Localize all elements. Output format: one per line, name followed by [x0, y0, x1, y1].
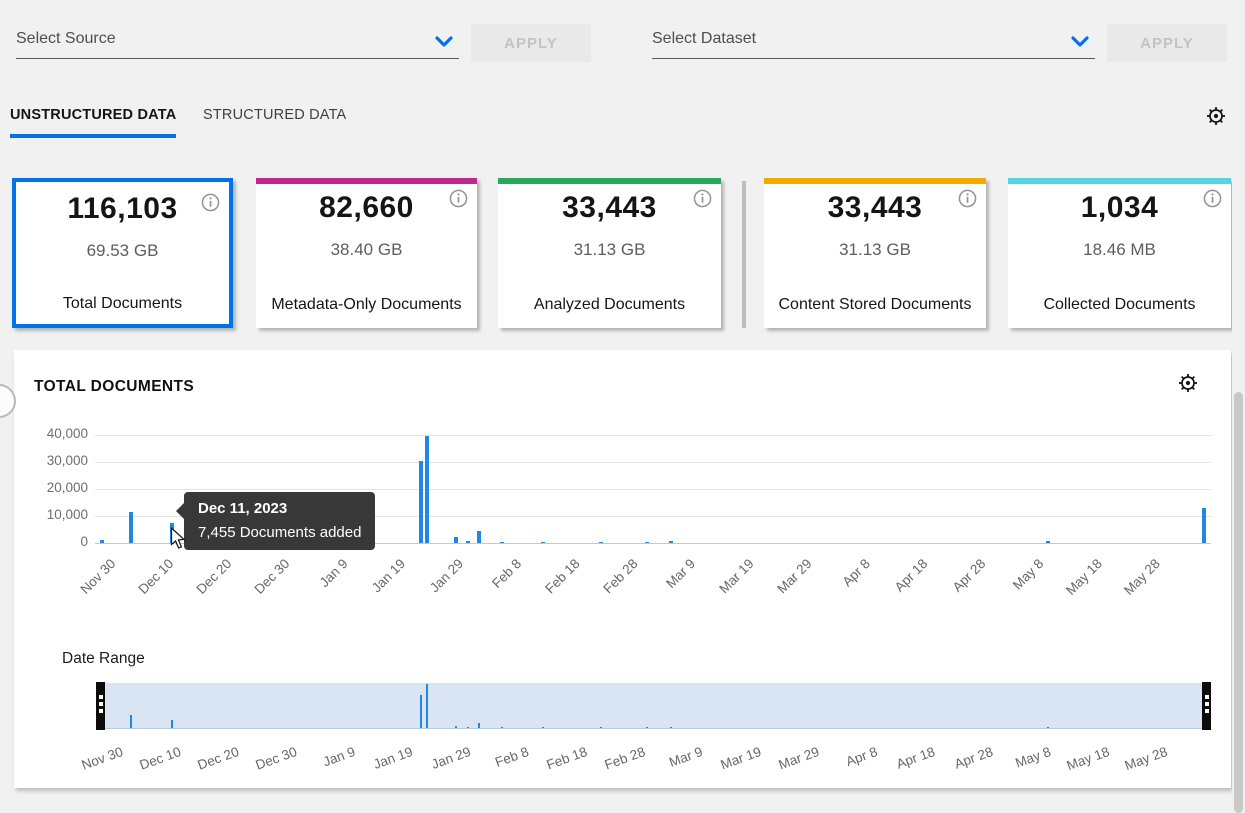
tooltip-value: 7,455 Documents added [198, 524, 361, 541]
gridline-20,000 [95, 489, 1211, 490]
tooltip-date: Dec 11, 2023 [198, 500, 361, 517]
y-axis-tick-label: 30,000 [18, 453, 88, 468]
y-axis-tick-label: 10,000 [18, 507, 88, 522]
range-mini-bar-day93 [646, 727, 648, 728]
chart-bar-day93[interactable] [645, 542, 649, 543]
card-label: Metadata-Only Documents [256, 296, 477, 314]
dashboard-page: Select Source APPLY Select Dataset APPLY… [0, 0, 1245, 813]
card-count: 33,443 [764, 191, 986, 225]
stat-card-2[interactable]: 33,443 31.13 GB Analyzed Documents [498, 178, 721, 328]
chart-settings-gear-icon[interactable] [1177, 372, 1199, 394]
card-label: Collected Documents [1008, 296, 1231, 314]
chart-bar-day162[interactable] [1046, 541, 1050, 543]
chart-bar-day-1[interactable] [100, 540, 104, 543]
cards-divider [742, 181, 746, 328]
card-accent-strip [764, 178, 986, 184]
card-accent-strip [256, 178, 477, 184]
chart-bar-day62[interactable] [466, 541, 470, 543]
card-count: 33,443 [498, 191, 721, 225]
range-mini-bar-day4 [130, 715, 132, 728]
info-icon[interactable] [449, 189, 468, 208]
date-range-right-handle[interactable] [1202, 682, 1211, 730]
range-mini-bar-day75 [542, 727, 544, 728]
stat-card-0[interactable]: 116,103 69.53 GB Total Documents [12, 178, 233, 328]
card-accent-strip [498, 178, 721, 184]
range-mini-bar-day162 [1047, 727, 1049, 728]
stat-card-1[interactable]: 82,660 38.40 GB Metadata-Only Documents [256, 178, 477, 328]
dataset-apply-button[interactable]: APPLY [1107, 24, 1227, 62]
dataset-select[interactable]: Select Dataset [652, 22, 1095, 59]
date-range-selection[interactable] [97, 683, 1211, 729]
range-mini-bar-day60 [455, 726, 457, 728]
chart-bar-day97[interactable] [669, 541, 673, 543]
chart-bar-day60[interactable] [454, 537, 458, 543]
y-axis-tick-label: 0 [18, 534, 88, 549]
range-mini-bar-day55 [426, 684, 428, 728]
gridline-40,000 [95, 435, 1211, 436]
mouse-cursor [170, 527, 186, 550]
info-icon[interactable] [693, 189, 712, 208]
chart-bar-day4[interactable] [129, 512, 133, 543]
tooltip-arrow [176, 503, 184, 519]
dashboard-settings-gear-icon[interactable] [1205, 105, 1227, 127]
card-size: 38.40 GB [256, 240, 477, 260]
card-size: 31.13 GB [764, 240, 986, 260]
chart-title: TOTAL DOCUMENTS [34, 378, 194, 396]
card-label: Analyzed Documents [498, 296, 721, 314]
info-icon[interactable] [201, 193, 220, 212]
source-select-placeholder: Select Source [16, 30, 116, 48]
stat-card-3[interactable]: 33,443 31.13 GB Content Stored Documents [764, 178, 986, 328]
card-size: 69.53 GB [16, 241, 229, 261]
gridline-30,000 [95, 462, 1211, 463]
card-count: 82,660 [256, 191, 477, 225]
card-label: Content Stored Documents [764, 296, 986, 314]
card-size: 18.46 MB [1008, 240, 1231, 260]
chevron-down-icon [435, 35, 453, 53]
chevron-down-icon [1071, 35, 1089, 53]
card-accent-strip [1008, 178, 1231, 184]
range-mini-bar-day11 [171, 720, 173, 728]
chart-bar-day55[interactable] [425, 436, 429, 543]
chart-bar-day189[interactable] [1202, 508, 1206, 543]
range-mini-bar-day85 [600, 727, 602, 728]
range-mini-bar-day62 [467, 727, 469, 728]
range-mini-bar-day54 [420, 695, 422, 728]
range-mini-bar-day64 [478, 723, 480, 728]
chart-tooltip: Dec 11, 2023 7,455 Documents added [184, 492, 375, 550]
source-select[interactable]: Select Source [16, 22, 459, 59]
date-range-left-handle[interactable] [96, 682, 105, 730]
range-mini-bar-day68 [501, 727, 503, 728]
card-label: Total Documents [16, 295, 229, 313]
chart-bar-day68[interactable] [500, 542, 504, 543]
active-tab-indicator [10, 134, 176, 138]
chart-bar-day85[interactable] [599, 542, 603, 543]
tab-unstructured-data[interactable]: UNSTRUCTURED DATA [10, 107, 176, 123]
card-size: 31.13 GB [498, 240, 721, 260]
source-apply-button[interactable]: APPLY [471, 24, 591, 62]
chart-bar-day75[interactable] [541, 542, 545, 543]
range-mini-bar-day97 [670, 727, 672, 728]
info-icon[interactable] [958, 189, 977, 208]
dataset-select-placeholder: Select Dataset [652, 30, 756, 48]
info-icon[interactable] [1203, 189, 1222, 208]
y-axis-tick-label: 40,000 [18, 426, 88, 441]
y-axis-tick-label: 20,000 [18, 480, 88, 495]
card-count: 1,034 [1008, 191, 1231, 225]
scrollbar-thumb[interactable] [1234, 392, 1243, 813]
chart-bar-day64[interactable] [477, 531, 481, 543]
chart-bar-day54[interactable] [419, 461, 423, 543]
tab-structured-data[interactable]: STRUCTURED DATA [203, 107, 346, 123]
stat-card-4[interactable]: 1,034 18.46 MB Collected Documents [1008, 178, 1231, 328]
date-range-label: Date Range [62, 650, 145, 668]
card-count: 116,103 [16, 192, 229, 226]
